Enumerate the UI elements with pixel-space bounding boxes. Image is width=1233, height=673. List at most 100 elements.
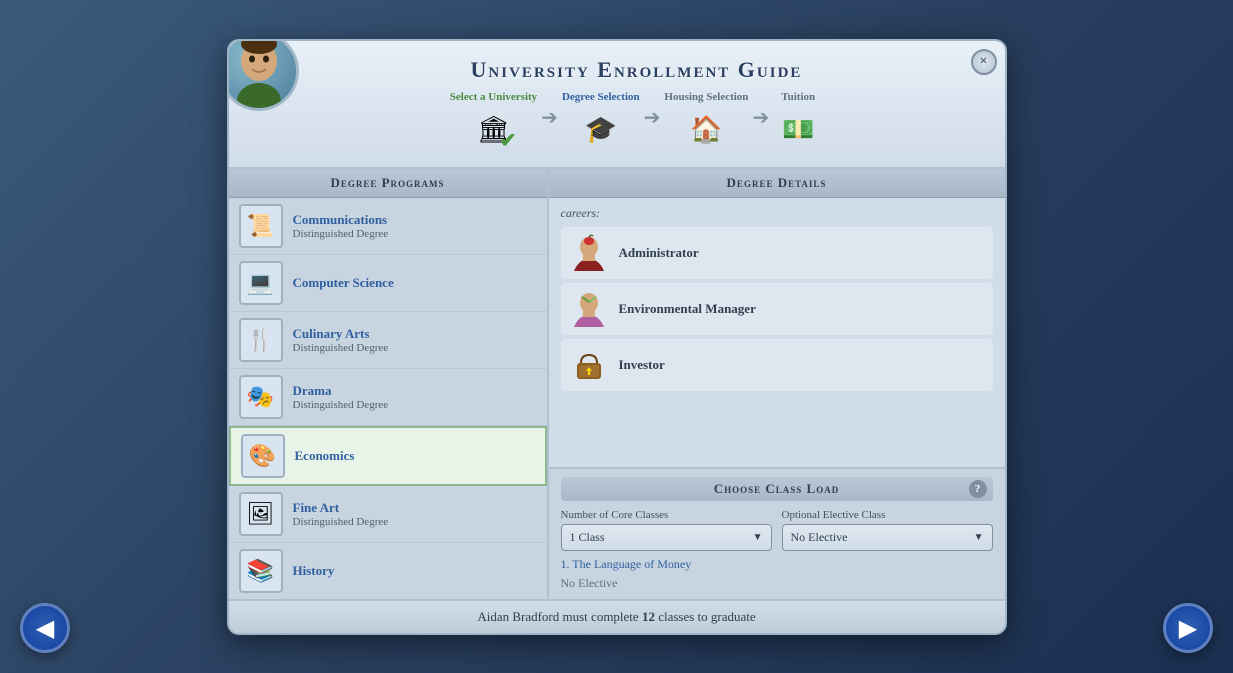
degree-item-history[interactable]: 📚 History xyxy=(229,543,547,599)
class-load-header: Choose Class Load ? xyxy=(561,477,993,501)
investor-name: Investor xyxy=(619,357,665,373)
close-button[interactable]: × xyxy=(971,49,997,75)
step-tuition: Tuition 💵 xyxy=(773,91,823,155)
class-name: The Language of Money xyxy=(572,557,691,571)
fine-art-tag: Distinguished Degree xyxy=(293,516,537,528)
dialog-header: University Enrollment Guide Select a Uni… xyxy=(229,41,1005,169)
career-item-environmental-manager: Environmental Manager xyxy=(561,283,993,335)
class-load-title: Choose Class Load xyxy=(714,481,839,497)
house-icon: 🏠 xyxy=(690,115,722,145)
class-selectors: Number of Core Classes 1 Class ▼ Optiona… xyxy=(561,509,993,551)
drama-icon: 🎭 xyxy=(239,375,283,419)
history-name: History xyxy=(293,563,537,579)
communications-icon: 📜 xyxy=(239,204,283,248)
elective-value: No Elective xyxy=(791,530,848,545)
no-elective-display: No Elective xyxy=(561,576,993,591)
degree-programs-panel: Degree Programs 📜 Communications Disting… xyxy=(229,169,549,599)
arrow-2: ➔ xyxy=(644,105,661,140)
economics-name: Economics xyxy=(295,448,535,464)
degree-item-economics[interactable]: 🎨 Economics xyxy=(229,426,547,486)
step-2-icon: 🎓 xyxy=(576,105,626,155)
core-classes-value: 1 Class xyxy=(570,530,605,545)
degree-item-fine-art[interactable]: 🖼 Fine Art Distinguished Degree xyxy=(229,486,547,543)
step-select-university: Select a University 🏛 ✔ xyxy=(450,91,537,155)
core-classes-group: Number of Core Classes 1 Class ▼ xyxy=(561,509,772,551)
enrollment-dialog: × University Enrollment Guide Select a U… xyxy=(227,39,1007,635)
degree-item-drama[interactable]: 🎭 Drama Distinguished Degree xyxy=(229,369,547,426)
footer-count: 12 xyxy=(642,609,655,624)
degree-list[interactable]: 📜 Communications Distinguished Degree 💻 … xyxy=(229,198,547,599)
culinary-arts-name: Culinary Arts xyxy=(293,326,537,342)
elective-group: Optional Elective Class No Elective ▼ xyxy=(782,509,993,551)
step-3-icon: 🏠 xyxy=(681,105,731,155)
drama-text: Drama Distinguished Degree xyxy=(293,383,537,411)
money-icon: 💵 xyxy=(782,115,814,145)
career-item-administrator: Administrator xyxy=(561,227,993,279)
careers-label: careers: xyxy=(561,206,993,221)
footer-text-before: Aidan Bradford must complete xyxy=(477,609,642,624)
fine-art-name: Fine Art xyxy=(293,500,537,516)
step-degree-selection: Degree Selection 🎓 xyxy=(562,91,640,155)
computer-science-text: Computer Science xyxy=(293,275,537,291)
step-2-label: Degree Selection xyxy=(562,91,640,103)
next-icon: ▶ xyxy=(1179,614,1197,643)
elective-label: Optional Elective Class xyxy=(782,509,993,521)
degree-programs-header: Degree Programs xyxy=(229,169,547,198)
drama-name: Drama xyxy=(293,383,537,399)
career-item-investor: Investor xyxy=(561,339,993,391)
step-4-label: Tuition xyxy=(781,91,815,103)
check-icon: ✔ xyxy=(500,128,517,153)
class-number: 1. xyxy=(561,557,570,571)
communications-text: Communications Distinguished Degree xyxy=(293,212,537,240)
class-load-section: Choose Class Load ? Number of Core Class… xyxy=(549,467,1005,599)
class-list: 1. The Language of Money xyxy=(561,557,993,572)
fine-art-icon: 🖼 xyxy=(239,492,283,536)
degree-details-panel: Degree Details careers: Ad xyxy=(549,169,1005,599)
culinary-arts-text: Culinary Arts Distinguished Degree xyxy=(293,326,537,354)
prev-icon: ◀ xyxy=(36,614,54,643)
core-classes-label: Number of Core Classes xyxy=(561,509,772,521)
administrator-icon xyxy=(569,233,609,273)
help-button[interactable]: ? xyxy=(969,480,987,498)
computer-science-icon: 💻 xyxy=(239,261,283,305)
investor-icon xyxy=(569,345,609,385)
dialog-body: Degree Programs 📜 Communications Disting… xyxy=(229,169,1005,599)
elective-dropdown-arrow: ▼ xyxy=(974,532,984,543)
dialog-title: University Enrollment Guide xyxy=(309,57,965,83)
degree-item-communications[interactable]: 📜 Communications Distinguished Degree xyxy=(229,198,547,255)
computer-science-name: Computer Science xyxy=(293,275,537,291)
graduation-icon: 🎓 xyxy=(585,115,617,145)
fine-art-text: Fine Art Distinguished Degree xyxy=(293,500,537,528)
prev-button[interactable]: ◀ xyxy=(20,603,70,653)
economics-text: Economics xyxy=(295,448,535,464)
step-3-label: Housing Selection xyxy=(664,91,748,103)
step-housing: Housing Selection 🏠 xyxy=(664,91,748,155)
culinary-arts-icon: 🍴 xyxy=(239,318,283,362)
drama-tag: Distinguished Degree xyxy=(293,399,537,411)
steps-bar: Select a University 🏛 ✔ ➔ Degree Selecti… xyxy=(309,91,965,155)
arrow-1: ➔ xyxy=(541,105,558,140)
culinary-arts-tag: Distinguished Degree xyxy=(293,342,537,354)
degree-item-computer-science[interactable]: 💻 Computer Science xyxy=(229,255,547,312)
footer-text-after: classes to graduate xyxy=(655,609,756,624)
communications-tag: Distinguished Degree xyxy=(293,228,537,240)
careers-section: careers: Administrator xyxy=(549,198,1005,467)
environmental-manager-icon xyxy=(569,289,609,329)
economics-icon: 🎨 xyxy=(241,434,285,478)
history-text: History xyxy=(293,563,537,579)
core-classes-dropdown[interactable]: 1 Class ▼ xyxy=(561,524,772,551)
core-dropdown-arrow: ▼ xyxy=(753,532,763,543)
communications-name: Communications xyxy=(293,212,537,228)
administrator-name: Administrator xyxy=(619,245,699,261)
degree-details-header: Degree Details xyxy=(549,169,1005,198)
arrow-3: ➔ xyxy=(752,105,769,140)
next-button[interactable]: ▶ xyxy=(1163,603,1213,653)
step-4-icon: 💵 xyxy=(773,105,823,155)
elective-dropdown[interactable]: No Elective ▼ xyxy=(782,524,993,551)
degree-item-culinary-arts[interactable]: 🍴 Culinary Arts Distinguished Degree xyxy=(229,312,547,369)
environmental-manager-name: Environmental Manager xyxy=(619,301,756,317)
history-icon: 📚 xyxy=(239,549,283,593)
step-1-label: Select a University xyxy=(450,91,537,103)
step-1-icon: 🏛 ✔ xyxy=(468,105,518,155)
dialog-footer: Aidan Bradford must complete 12 classes … xyxy=(229,599,1005,633)
